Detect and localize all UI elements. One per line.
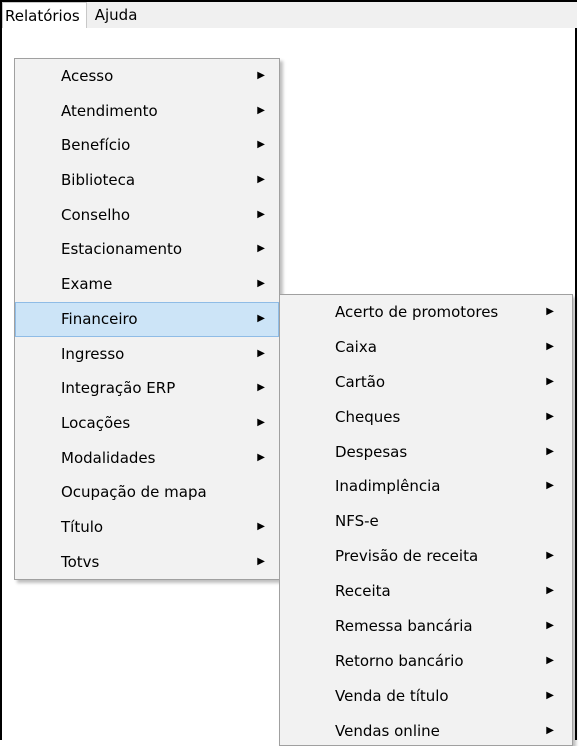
menu-item-label: Título [61,517,104,536]
menu-item-label: Integração ERP [61,379,176,398]
submenu-arrow-icon: ▶ [546,620,554,632]
financeiro-item-receita[interactable]: Receita ▶ [280,574,572,609]
menu-item-label: Acesso [61,67,114,85]
menu-item-label: Atendimento [61,101,158,120]
menu-relatorios[interactable]: Relatórios [2,2,87,28]
submenu-arrow-icon: ▶ [257,520,265,532]
relatorios-item-atendimento[interactable]: Atendimento ▶ [15,94,279,129]
financeiro-item-venda-de-titulo[interactable]: Venda de título ▶ [280,679,572,714]
submenu-arrow-icon: ▶ [546,410,554,422]
financeiro-item-cheques[interactable]: Cheques ▶ [280,400,572,435]
submenu-arrow-icon: ▶ [546,654,554,666]
relatorios-item-ingresso[interactable]: Ingresso ▶ [15,337,279,372]
menu-item-label: Ingresso [61,344,125,363]
menu-item-label: Vendas online [335,721,440,740]
submenu-arrow-icon: ▶ [257,104,265,116]
financeiro-item-remessa-bancaria[interactable]: Remessa bancária ▶ [280,609,572,644]
menu-item-label: Venda de título [335,686,449,705]
menu-item-label: Cheques [335,407,401,426]
relatorios-item-titulo[interactable]: Título ▶ [15,510,279,545]
submenu-arrow-icon: ▶ [257,139,265,151]
menu-item-label: Benefício [61,136,131,155]
submenu-arrow-icon: ▶ [546,306,554,317]
menu-item-label: Remessa bancária [335,617,473,636]
menu-item-label: Conselho [61,205,131,224]
relatorios-item-locacoes[interactable]: Locações ▶ [15,406,279,441]
submenu-arrow-icon: ▶ [546,480,554,492]
relatorios-item-biblioteca[interactable]: Biblioteca ▶ [15,163,279,198]
relatorios-item-beneficio[interactable]: Benefício ▶ [15,128,279,163]
financeiro-item-cartao[interactable]: Cartão ▶ [280,365,572,400]
menu-item-label: Exame [61,275,113,294]
menu-item-label: Biblioteca [61,171,136,190]
submenu-arrow-icon: ▶ [257,208,265,220]
financeiro-item-vendas-online[interactable]: Vendas online ▶ [280,714,572,745]
relatorios-item-integracao-erp[interactable]: Integração ERP ▶ [15,371,279,406]
submenu-arrow-icon: ▶ [257,243,265,255]
menu-ajuda[interactable]: Ajuda [93,2,144,28]
menubar: Relatórios Ajuda [2,2,577,28]
menu-item-label: Cartão [335,372,386,391]
menu-item-label: Caixa [335,337,377,356]
menu-item-label: Receita [335,582,391,601]
financeiro-item-nfs-e[interactable]: NFS-e [280,504,572,539]
financeiro-submenu: Acerto de promotores ▶ Caixa ▶ Cartão ▶ Cheque… [279,294,573,746]
submenu-arrow-icon: ▶ [257,70,265,81]
submenu-arrow-icon: ▶ [257,174,265,186]
financeiro-item-despesas[interactable]: Despesas ▶ [280,435,572,470]
relatorios-item-modalidades[interactable]: Modalidades ▶ [15,441,279,476]
submenu-arrow-icon: ▶ [546,375,554,387]
submenu-arrow-icon: ▶ [546,340,554,352]
submenu-arrow-icon: ▶ [546,689,554,701]
submenu-arrow-icon: ▶ [257,416,265,428]
menu-item-label: Totvs [61,552,100,571]
menu-item-label: Acerto de promotores [335,303,499,321]
menu-item-label: Financeiro [61,309,138,328]
submenu-arrow-icon: ▶ [257,278,265,290]
menu-item-label: Modalidades [61,448,156,467]
menu-item-label: Retorno bancário [335,651,464,670]
relatorios-item-conselho[interactable]: Conselho ▶ [15,198,279,233]
submenu-arrow-icon: ▶ [546,445,554,457]
financeiro-item-caixa[interactable]: Caixa ▶ [280,330,572,365]
menu-item-label: Estacionamento [61,240,183,259]
relatorios-item-totvs[interactable]: Totvs ▶ [15,545,279,580]
financeiro-item-retorno-bancario[interactable]: Retorno bancário ▶ [280,644,572,679]
submenu-arrow-icon: ▶ [546,724,554,736]
relatorios-item-exame[interactable]: Exame ▶ [15,267,279,302]
relatorios-item-acesso[interactable]: Acesso ▶ [15,59,279,94]
submenu-arrow-icon: ▶ [546,585,554,597]
relatorios-item-financeiro[interactable]: Financeiro ▶ [15,301,279,337]
submenu-arrow-icon: ▶ [257,451,265,463]
menu-item-label: NFS-e [335,512,379,531]
menu-item-label: Locações [61,413,131,432]
relatorios-dropdown: Acesso ▶ Atendimento ▶ Benefício ▶ Biblioteca ▶… [14,58,280,581]
financeiro-item-acerto-de-promotores[interactable]: Acerto de promotores ▶ [280,295,572,330]
financeiro-item-inadimplencia[interactable]: Inadimplência ▶ [280,469,572,504]
menu-item-label: Previsão de receita [335,547,479,566]
submenu-arrow-icon: ▶ [257,347,265,359]
submenu-arrow-icon: ▶ [257,555,265,567]
menu-item-label: Inadimplência [335,477,441,496]
submenu-arrow-icon: ▶ [546,550,554,562]
financeiro-item-previsao-de-receita[interactable]: Previsão de receita ▶ [280,539,572,574]
submenu-arrow-icon: ▶ [257,382,265,394]
relatorios-item-estacionamento[interactable]: Estacionamento ▶ [15,232,279,267]
submenu-arrow-icon: ▶ [257,312,265,324]
relatorios-item-ocupacao-de-mapa[interactable]: Ocupação de mapa [15,475,279,510]
menu-item-label: Despesas [335,442,408,461]
menu-item-label: Ocupação de mapa [61,483,207,502]
